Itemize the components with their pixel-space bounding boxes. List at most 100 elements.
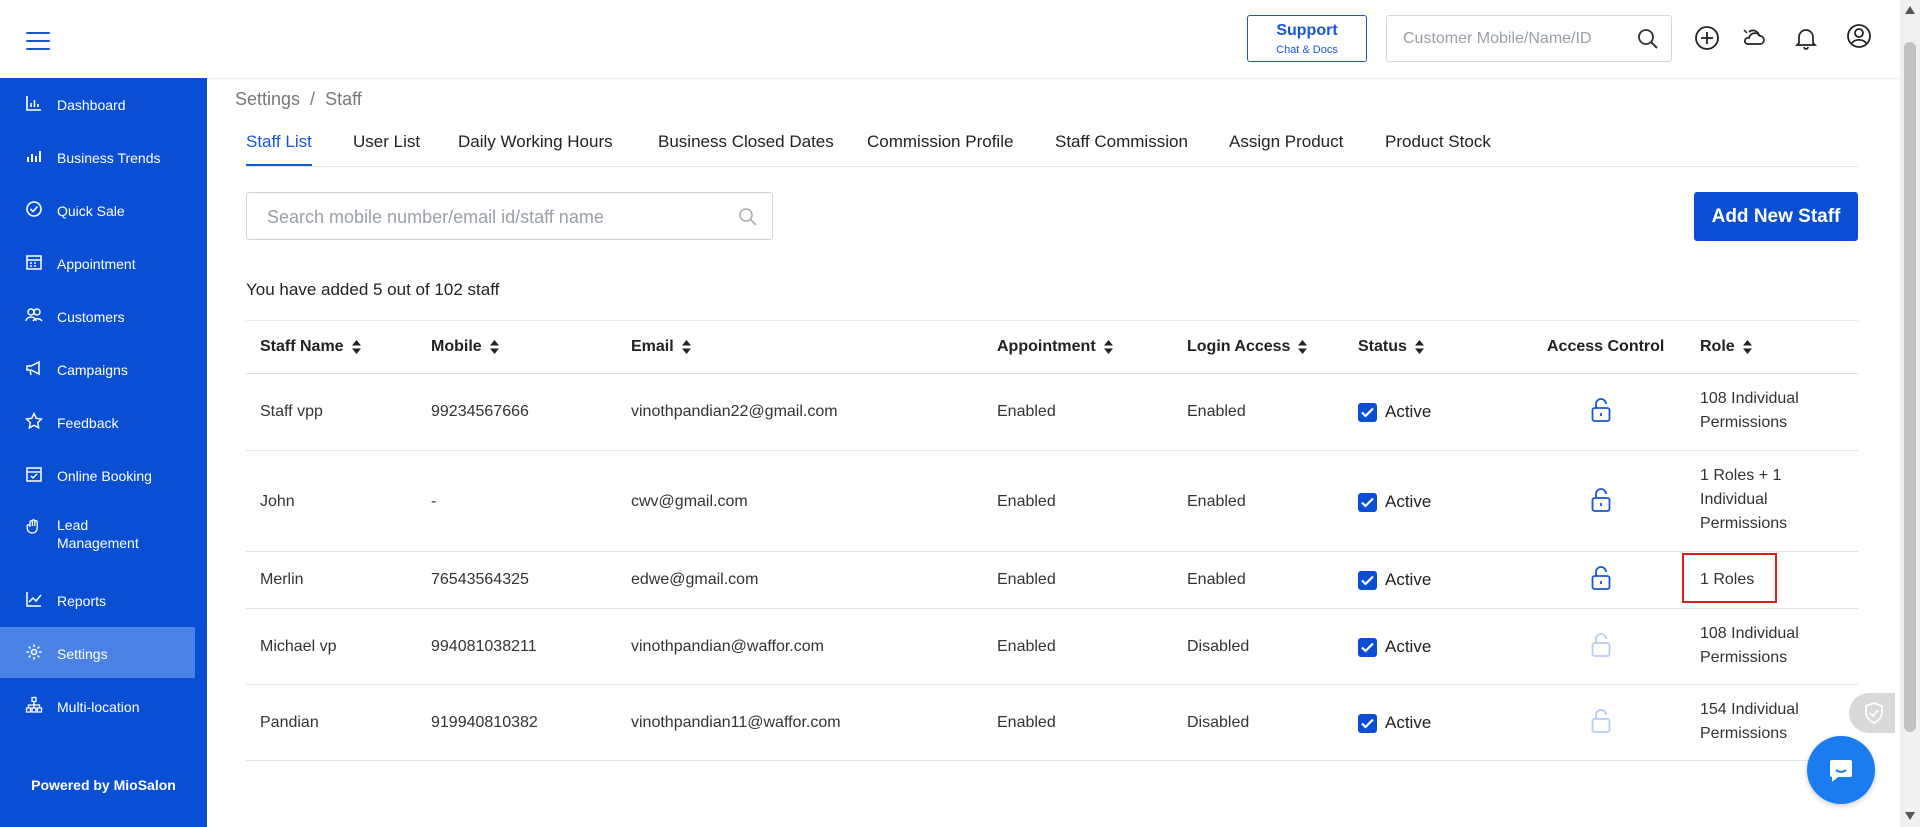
scroll-up-arrow[interactable] bbox=[1905, 6, 1915, 14]
support-button[interactable]: Support Chat & Docs bbox=[1247, 15, 1367, 62]
sidebar-item-lead-management[interactable]: Lead Management bbox=[0, 502, 195, 564]
sidebar-item-quick-sale[interactable]: Quick Sale bbox=[0, 184, 195, 235]
page-scrollbar[interactable] bbox=[1900, 0, 1920, 827]
sidebar-item-feedback[interactable]: Feedback bbox=[0, 396, 195, 447]
sidebar-item-label: Customers bbox=[57, 309, 125, 325]
lock-disabled-icon[interactable] bbox=[1590, 708, 1612, 734]
tab-staff-commission[interactable]: Staff Commission bbox=[1055, 132, 1188, 152]
status-checkbox[interactable] bbox=[1358, 714, 1377, 733]
check-icon bbox=[1361, 497, 1374, 508]
sort-icon bbox=[681, 339, 691, 354]
header-appointment[interactable]: Appointment bbox=[997, 338, 1113, 356]
sidebar-item-label: Campaigns bbox=[57, 362, 128, 378]
scroll-down-arrow[interactable] bbox=[1905, 812, 1915, 820]
powered-by: Powered by MioSalon bbox=[31, 777, 176, 793]
sidebar-item-campaigns[interactable]: Campaigns bbox=[0, 343, 195, 394]
sidebar-item-dashboard[interactable]: Dashboard bbox=[0, 78, 195, 129]
header-label: Email bbox=[631, 338, 674, 355]
header-access-control: Access Control bbox=[1547, 338, 1665, 355]
hand-icon bbox=[26, 519, 38, 534]
tab-business-closed-dates[interactable]: Business Closed Dates bbox=[658, 132, 834, 152]
sidebar-item-label: Business Trends bbox=[57, 150, 161, 166]
cell-email: vinothpandian22@gmail.com bbox=[631, 403, 838, 420]
status-checkbox[interactable] bbox=[1358, 493, 1377, 512]
status-label: Active bbox=[1385, 570, 1432, 589]
user-circle-icon[interactable] bbox=[1845, 22, 1873, 50]
cell-staff-name: Merlin bbox=[260, 571, 304, 588]
header-mobile[interactable]: Mobile bbox=[431, 338, 499, 356]
header-login-access[interactable]: Login Access bbox=[1187, 338, 1308, 356]
status-checkbox[interactable] bbox=[1358, 403, 1377, 422]
header-role[interactable]: Role bbox=[1700, 338, 1752, 356]
table-row: Staff vpp 99234567666 vinothpandian22@gm… bbox=[246, 373, 1858, 451]
sort-icon bbox=[1298, 339, 1308, 354]
sidebar-item-label: Feedback bbox=[57, 415, 119, 431]
cell-role: 1 Roles + 1 Individual Permissions bbox=[1700, 467, 1788, 532]
menu-icon[interactable] bbox=[26, 32, 50, 50]
search-icon[interactable] bbox=[738, 207, 758, 227]
staff-search-input[interactable] bbox=[265, 206, 709, 229]
status-checkbox[interactable] bbox=[1358, 638, 1377, 657]
weather-icon[interactable] bbox=[1740, 24, 1768, 52]
search-icon[interactable] bbox=[1637, 28, 1659, 50]
sidebar-item-label: Settings bbox=[57, 646, 108, 662]
add-new-staff-button[interactable]: Add New Staff bbox=[1694, 192, 1858, 241]
status-label: Active bbox=[1385, 637, 1432, 656]
tab-product-stock[interactable]: Product Stock bbox=[1385, 132, 1491, 152]
header-label: Status bbox=[1358, 338, 1407, 355]
header-staff-name[interactable]: Staff Name bbox=[260, 338, 361, 356]
sidebar-item-settings[interactable]: Settings bbox=[0, 627, 195, 678]
sidebar-item-appointment[interactable]: Appointment bbox=[0, 237, 195, 288]
breadcrumb-parent[interactable]: Settings bbox=[235, 89, 300, 109]
header-status[interactable]: Status bbox=[1358, 338, 1424, 356]
cell-email: vinothpandian11@waffor.com bbox=[631, 714, 841, 731]
tab-staff-list[interactable]: Staff List bbox=[246, 132, 312, 152]
sidebar-item-label: Multi-location bbox=[57, 699, 140, 715]
active-tab-indicator bbox=[246, 164, 312, 166]
chat-button[interactable] bbox=[1807, 736, 1875, 804]
cell-appointment: Enabled bbox=[997, 493, 1056, 510]
sidebar-item-online-booking[interactable]: Online Booking bbox=[0, 449, 195, 500]
status-label: Active bbox=[1385, 402, 1432, 421]
security-shield-button[interactable] bbox=[1849, 693, 1895, 733]
status-label: Active bbox=[1385, 713, 1432, 732]
sidebar-item-reports[interactable]: Reports bbox=[0, 574, 195, 625]
tab-assign-product[interactable]: Assign Product bbox=[1229, 132, 1343, 152]
star-icon bbox=[25, 412, 43, 430]
breadcrumb-current: Staff bbox=[325, 89, 362, 109]
sidebar: Dashboard Business Trends Quick Sale App… bbox=[0, 78, 207, 827]
cell-role: 154 Individual Permissions bbox=[1700, 701, 1799, 742]
cell-login-access: Enabled bbox=[1187, 571, 1246, 588]
add-circle-icon[interactable] bbox=[1693, 24, 1721, 52]
cell-mobile: 76543564325 bbox=[431, 571, 529, 588]
cell-email: edwe@gmail.com bbox=[631, 571, 759, 588]
tab-commission-profile[interactable]: Commission Profile bbox=[867, 132, 1013, 152]
unlock-icon[interactable] bbox=[1590, 397, 1612, 423]
lock-disabled-icon[interactable] bbox=[1590, 632, 1612, 658]
header-label: Role bbox=[1700, 338, 1735, 355]
breadcrumb: Settings / Staff bbox=[235, 89, 362, 110]
sort-icon bbox=[351, 339, 361, 354]
unlock-icon[interactable] bbox=[1590, 487, 1612, 513]
unlock-icon[interactable] bbox=[1590, 565, 1612, 591]
tab-user-list[interactable]: User List bbox=[353, 132, 420, 152]
sort-icon bbox=[489, 339, 499, 354]
header-email[interactable]: Email bbox=[631, 338, 691, 356]
cell-staff-name: Pandian bbox=[260, 714, 319, 731]
line-chart-icon bbox=[26, 592, 42, 607]
sidebar-item-customers[interactable]: Customers bbox=[0, 290, 195, 341]
header-label: Appointment bbox=[997, 338, 1096, 355]
check-icon bbox=[1361, 642, 1374, 653]
bell-icon[interactable] bbox=[1792, 24, 1820, 52]
cell-email: cwv@gmail.com bbox=[631, 493, 748, 510]
status-checkbox[interactable] bbox=[1358, 571, 1377, 590]
sidebar-item-business-trends[interactable]: Business Trends bbox=[0, 131, 195, 182]
customer-search-input[interactable] bbox=[1401, 29, 1625, 49]
sidebar-item-label: Dashboard bbox=[57, 97, 126, 113]
table-row: Michael vp 994081038211 vinothpandian@wa… bbox=[246, 609, 1858, 685]
sidebar-item-multi-location[interactable]: Multi-location bbox=[0, 680, 195, 731]
check-icon bbox=[1361, 718, 1374, 729]
users-icon bbox=[25, 308, 43, 322]
tab-daily-working-hours[interactable]: Daily Working Hours bbox=[458, 132, 613, 152]
scroll-thumb[interactable] bbox=[1904, 42, 1916, 732]
